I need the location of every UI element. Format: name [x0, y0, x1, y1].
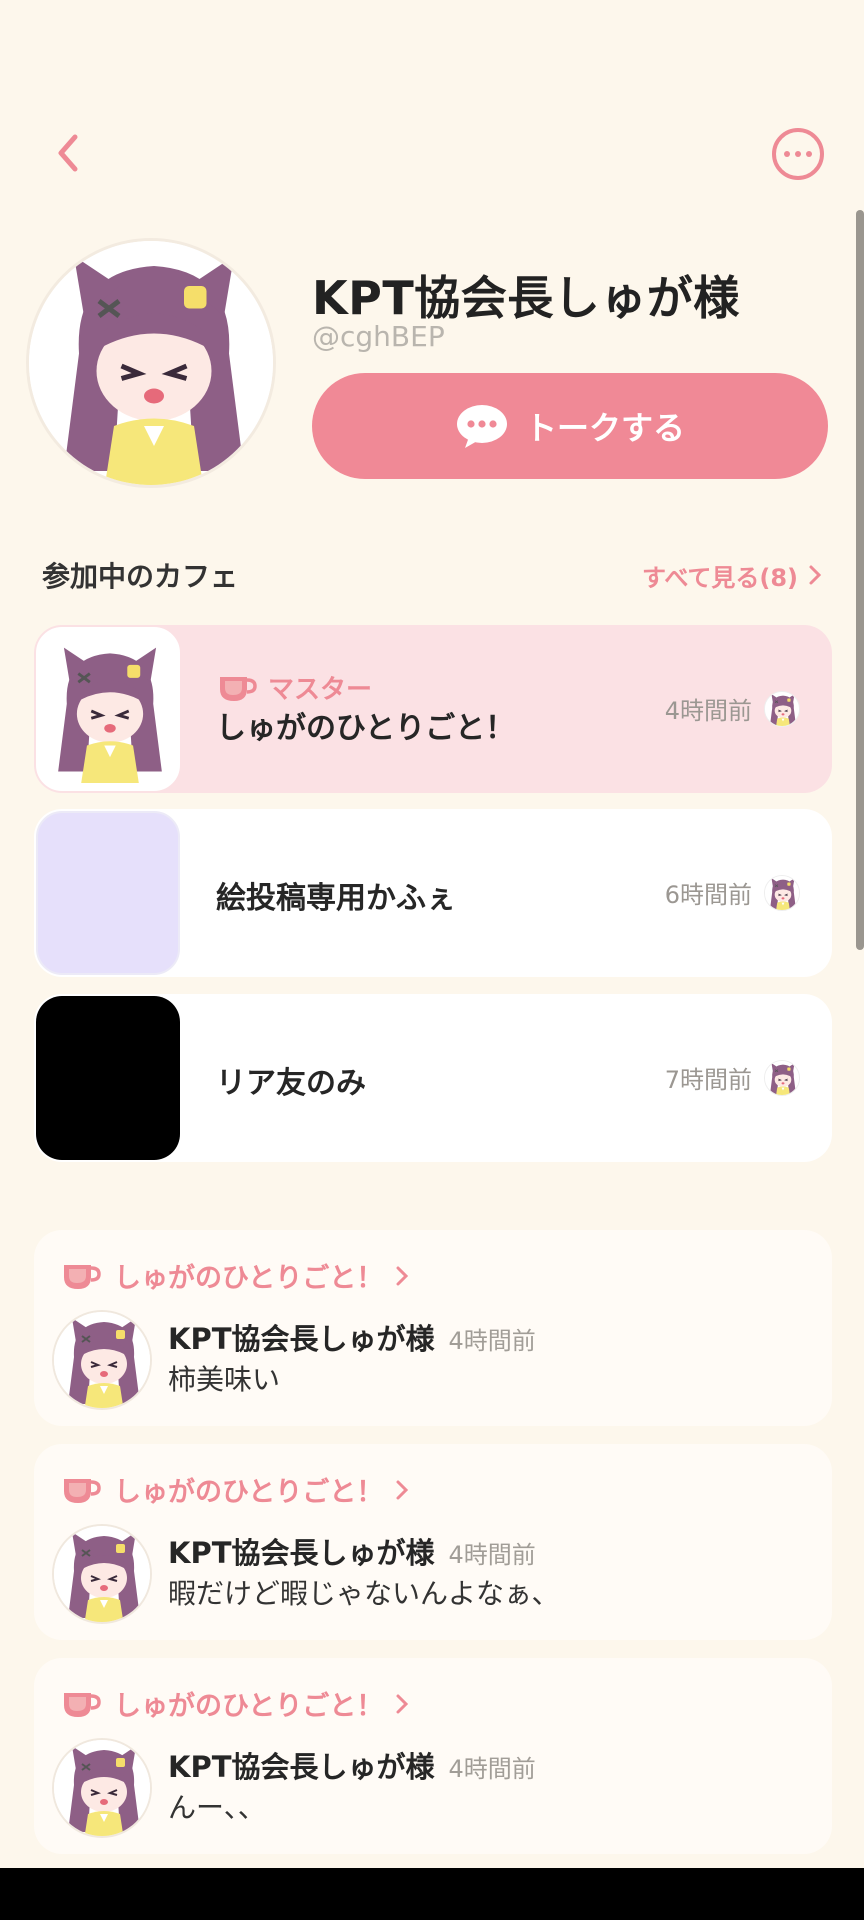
cafe-name: リア友のみ: [216, 1066, 366, 1101]
cafe-member-avatar: [764, 875, 800, 911]
profile-avatar[interactable]: [26, 238, 276, 488]
post-cafe-name: しゅがのひとりごと！: [114, 1477, 384, 1508]
cafe-member-avatar: [764, 691, 800, 727]
top-bar: [0, 120, 864, 186]
more-dot: [806, 151, 812, 157]
post-card[interactable]: しゅがのひとりごと！ KPT協会長しゅが様 4時間前 んー、、: [34, 1658, 832, 1854]
more-dot: [795, 151, 801, 157]
post-author-line: KPT協会長しゅが様 4時間前: [168, 1530, 536, 1572]
cafe-item[interactable]: リア友のみ 7時間前: [34, 994, 832, 1162]
post-author-line: KPT協会長しゅが様 4時間前: [168, 1316, 536, 1358]
post-text: 柿美味い: [168, 1363, 281, 1396]
chevron-right-icon: [809, 565, 822, 585]
chat-bubble-icon: [456, 405, 507, 448]
cafe-member-avatar: [764, 1060, 800, 1096]
cafe-item[interactable]: 絵投稿専用かふぇ 6時間前: [34, 809, 832, 977]
cafe-name: しゅがのひとりごと！: [216, 711, 516, 746]
post-time: 4時間前: [448, 1541, 536, 1569]
post-cafe-link[interactable]: しゅがのひとりごと！: [60, 1256, 409, 1295]
scrollbar[interactable]: [856, 210, 864, 950]
post-time: 4時間前: [448, 1755, 536, 1783]
post-author-name: KPT協会長しゅが様: [168, 1750, 435, 1784]
post-card[interactable]: しゅがのひとりごと！ KPT協会長しゅが様 4時間前 暇だけど暇じゃないんよなぁ、: [34, 1444, 832, 1640]
back-button[interactable]: [48, 130, 88, 176]
post-author-line: KPT協会長しゅが様 4時間前: [168, 1744, 536, 1786]
cafe-name: 絵投稿専用かふぇ: [216, 881, 456, 916]
coffee-cup-icon: [60, 1259, 102, 1293]
profile-name: KPT協会長しゅが様: [312, 271, 740, 325]
post-author-avatar[interactable]: [52, 1738, 152, 1838]
more-options-button[interactable]: [772, 128, 824, 180]
cafes-section-header: 参加中のカフェ すべて見る(8): [42, 555, 822, 595]
post-cafe-name: しゅがのひとりごと！: [114, 1691, 384, 1722]
post-author-name: KPT協会長しゅが様: [168, 1536, 435, 1570]
see-all-link[interactable]: すべて見る(8): [642, 558, 822, 593]
profile-handle: @cghBEP: [312, 320, 445, 353]
cafe-time: 4時間前: [664, 697, 752, 725]
cafe-time: 6時間前: [664, 881, 752, 909]
post-time: 4時間前: [448, 1327, 536, 1355]
post-author-name: KPT協会長しゅが様: [168, 1322, 435, 1356]
cafe-thumbnail: [36, 627, 180, 791]
cafe-thumbnail: [36, 996, 180, 1160]
coffee-cup-icon: [60, 1687, 102, 1721]
coffee-cup-icon: [60, 1473, 102, 1507]
post-text: 暇だけど暇じゃないんよなぁ、: [168, 1577, 560, 1610]
chevron-right-icon: [396, 1266, 409, 1285]
talk-button[interactable]: トークする: [312, 373, 828, 479]
cafe-thumbnail: [36, 811, 180, 975]
more-dots-icon: [784, 151, 790, 157]
chevron-right-icon: [396, 1480, 409, 1499]
cafe-role-badge: マスター: [216, 669, 372, 706]
see-all-label: すべて見る(8): [642, 563, 798, 592]
cafes-section-title: 参加中のカフェ: [42, 560, 239, 593]
post-author-avatar[interactable]: [52, 1524, 152, 1624]
cafe-role-label: マスター: [268, 675, 373, 705]
talk-button-label: トークする: [524, 409, 685, 447]
coffee-cup-icon: [216, 671, 258, 705]
post-cafe-link[interactable]: しゅがのひとりごと！: [60, 1684, 409, 1723]
cafe-time: 7時間前: [664, 1066, 752, 1094]
post-cafe-link[interactable]: しゅがのひとりごと！: [60, 1470, 409, 1509]
chevron-right-icon: [396, 1694, 409, 1713]
chevron-left-icon: [58, 134, 78, 172]
post-card[interactable]: しゅがのひとりごと！ KPT協会長しゅが様 4時間前 柿美味い: [34, 1230, 832, 1426]
cafe-item[interactable]: マスター しゅがのひとりごと！ 4時間前: [34, 625, 832, 793]
post-cafe-name: しゅがのひとりごと！: [114, 1263, 384, 1294]
post-author-avatar[interactable]: [52, 1310, 152, 1410]
system-navigation-bar: [0, 1868, 864, 1920]
post-text: んー、、: [168, 1791, 266, 1824]
